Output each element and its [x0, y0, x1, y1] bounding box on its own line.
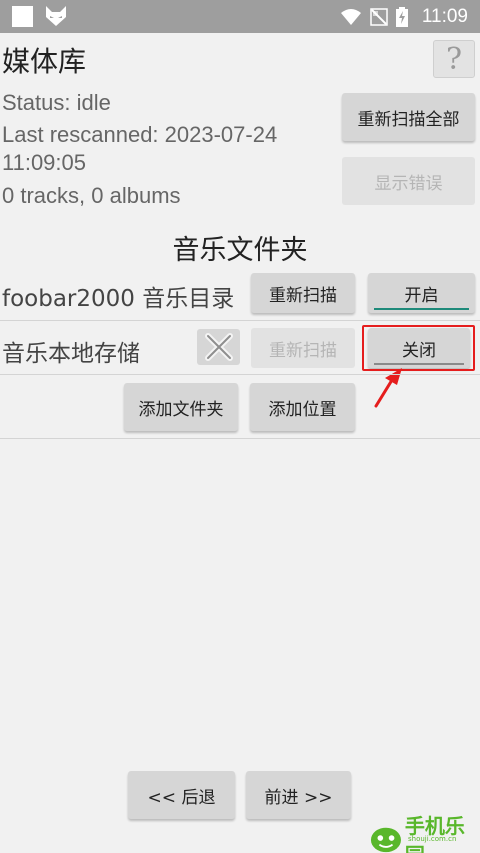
battery-charging-icon: [395, 6, 408, 27]
rescan-folder-button[interactable]: 重新扫描: [251, 273, 355, 313]
watermark-subtext: shouji.com.cn: [408, 835, 457, 843]
fox-icon: [46, 6, 66, 26]
section-divider: [0, 438, 480, 439]
watermark-logo: 手机乐园 shouji.com.cn: [370, 810, 480, 853]
status-bar: 11:09: [0, 0, 480, 33]
wifi-icon: [340, 8, 361, 25]
no-sim-icon: [370, 7, 388, 26]
toggle-label: 开启: [404, 285, 439, 306]
status-line: Status: idle: [2, 90, 111, 115]
clock: 11:09: [421, 5, 468, 27]
page-title: 媒体库: [2, 45, 87, 78]
add-location-button[interactable]: 添加位置: [250, 383, 355, 431]
show-errors-button[interactable]: 显示错误: [342, 157, 475, 205]
help-button[interactable]: ?: [433, 40, 475, 78]
status-icons: 11:09: [340, 0, 468, 33]
add-folder-button[interactable]: 添加文件夹: [124, 383, 238, 431]
row-divider: [0, 374, 480, 375]
toggle-on-indicator: [374, 308, 469, 310]
watermark-text: 手机乐园: [404, 814, 465, 853]
row-divider: [0, 320, 480, 321]
help-icon: ?: [445, 41, 463, 77]
rescan-all-button[interactable]: 重新扫描全部: [342, 93, 475, 141]
last-rescanned-line: Last rescanned: 2023-07-24: [2, 122, 278, 147]
folder-toggle-on-button[interactable]: 开启: [368, 273, 475, 313]
pointer-arrow-icon: [374, 368, 402, 408]
highlight-box: [362, 325, 475, 371]
back-button[interactable]: << 后退: [128, 771, 235, 819]
forward-button[interactable]: 前进 >>: [246, 771, 351, 819]
rescan-folder-disabled-button[interactable]: 重新扫描: [251, 328, 355, 368]
music-folders-title: 音乐文件夹: [172, 235, 308, 266]
notification-square-icon: [12, 6, 33, 27]
remove-folder-button[interactable]: [197, 329, 240, 365]
last-rescanned-time: 11:09:05: [2, 150, 87, 175]
library-count: 0 tracks, 0 albums: [2, 183, 181, 208]
close-icon: [204, 333, 233, 361]
folder-label-local-storage: 音乐本地存储: [2, 341, 140, 367]
folder-label-foobar: foobar2000 音乐目录: [2, 286, 235, 312]
watermark-face-icon: [370, 827, 401, 853]
